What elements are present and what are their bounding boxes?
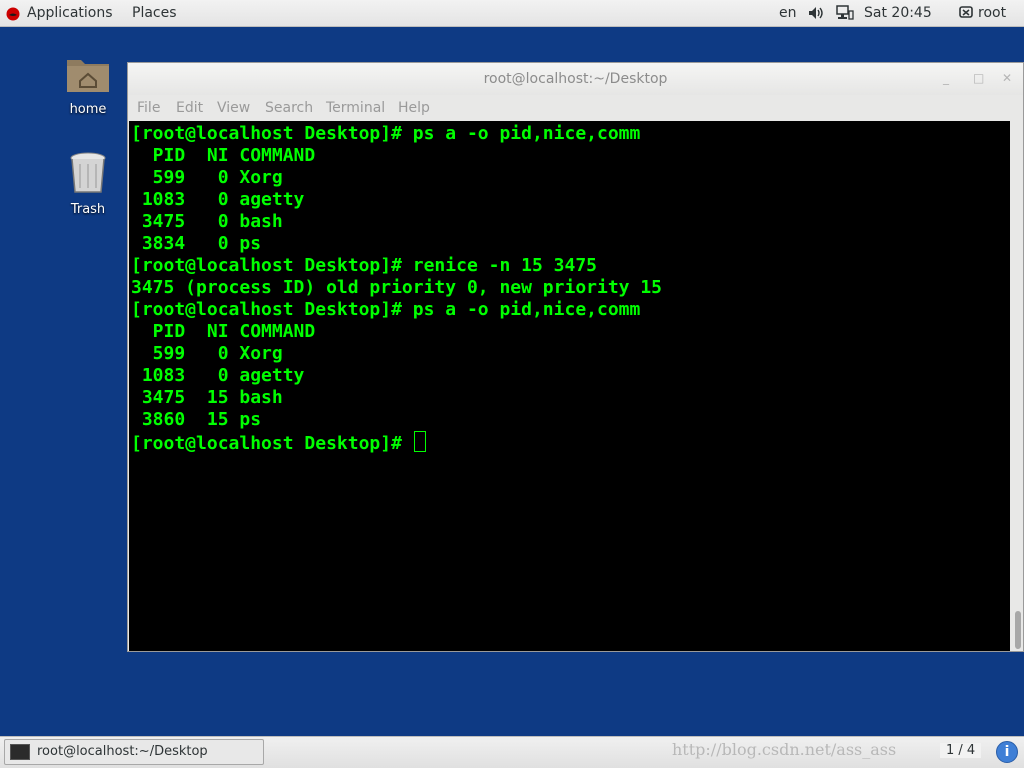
watermark: http://blog.csdn.net/ass_ass bbox=[672, 740, 897, 759]
terminal-cursor[interactable] bbox=[413, 431, 426, 452]
places-menu[interactable]: Places bbox=[132, 0, 177, 27]
menu-search[interactable]: Search bbox=[265, 100, 313, 116]
terminal-line: 3860 15 ps bbox=[131, 409, 262, 430]
minimize-button[interactable]: _ bbox=[943, 71, 949, 85]
window-titlebar[interactable]: root@localhost:~/Desktop _ □ ✕ bbox=[128, 63, 1023, 95]
desktop-icon-trash[interactable]: Trash bbox=[48, 150, 128, 217]
terminal-line: 3475 0 bash bbox=[131, 211, 283, 232]
user-menu-icon[interactable] bbox=[959, 6, 973, 18]
terminal-icon bbox=[10, 744, 30, 760]
notification-info-icon[interactable]: i bbox=[996, 741, 1018, 763]
close-button[interactable]: ✕ bbox=[1002, 71, 1012, 85]
terminal-prompt: [root@localhost Desktop]# bbox=[131, 433, 413, 454]
menu-view[interactable]: View bbox=[217, 100, 250, 116]
menubar: File Edit View Search Terminal Help bbox=[128, 95, 1023, 121]
top-panel: Applications Places en Sat 20:45 root bbox=[0, 0, 1024, 27]
menu-help[interactable]: Help bbox=[398, 100, 430, 116]
network-wired-icon[interactable] bbox=[836, 5, 854, 21]
taskbar-label: root@localhost:~/Desktop bbox=[37, 744, 208, 759]
menu-file[interactable]: File bbox=[137, 100, 160, 116]
redhat-logo-icon bbox=[6, 7, 20, 21]
terminal-output[interactable]: [root@localhost Desktop]# ps a -o pid,ni… bbox=[129, 121, 1011, 651]
bottom-panel: root@localhost:~/Desktop http://blog.csd… bbox=[0, 736, 1024, 768]
user-menu[interactable]: root bbox=[978, 0, 1006, 27]
home-folder-icon bbox=[67, 60, 109, 92]
maximize-button[interactable]: □ bbox=[973, 71, 984, 85]
scrollbar-track[interactable] bbox=[1010, 121, 1023, 651]
terminal-line: PID NI COMMAND bbox=[131, 145, 316, 166]
terminal-line: 1083 0 agetty bbox=[131, 189, 305, 210]
terminal-line: [root@localhost Desktop]# renice -n 15 3… bbox=[131, 255, 597, 276]
terminal-line: PID NI COMMAND bbox=[131, 321, 316, 342]
applications-menu[interactable]: Applications bbox=[27, 0, 113, 27]
scrollbar-thumb[interactable] bbox=[1015, 611, 1021, 649]
desktop-icon-home[interactable]: home bbox=[48, 50, 128, 117]
terminal-line: [root@localhost Desktop]# ps a -o pid,ni… bbox=[131, 299, 641, 320]
terminal-window[interactable]: root@localhost:~/Desktop _ □ ✕ File Edit… bbox=[127, 62, 1024, 652]
desktop-icon-label: Trash bbox=[70, 202, 106, 217]
terminal-line: 1083 0 agetty bbox=[131, 365, 305, 386]
desktop-icon-label: home bbox=[69, 102, 107, 117]
language-indicator[interactable]: en bbox=[779, 0, 797, 27]
terminal-line: 3475 (process ID) old priority 0, new pr… bbox=[131, 277, 663, 298]
menu-edit[interactable]: Edit bbox=[176, 100, 203, 116]
terminal-line: 599 0 Xorg bbox=[131, 167, 283, 188]
trash-icon bbox=[70, 152, 106, 193]
clock[interactable]: Sat 20:45 bbox=[864, 0, 932, 27]
terminal-line: 3834 0 ps bbox=[131, 233, 262, 254]
taskbar-button-terminal[interactable]: root@localhost:~/Desktop bbox=[4, 739, 264, 765]
window-title: root@localhost:~/Desktop bbox=[483, 71, 668, 87]
menu-terminal[interactable]: Terminal bbox=[326, 100, 385, 116]
terminal-line: [root@localhost Desktop]# ps a -o pid,ni… bbox=[131, 123, 641, 144]
workspace-indicator[interactable]: 1 / 4 bbox=[940, 743, 982, 758]
volume-icon[interactable] bbox=[808, 6, 824, 20]
terminal-line: 3475 15 bash bbox=[131, 387, 283, 408]
terminal-line: 599 0 Xorg bbox=[131, 343, 283, 364]
